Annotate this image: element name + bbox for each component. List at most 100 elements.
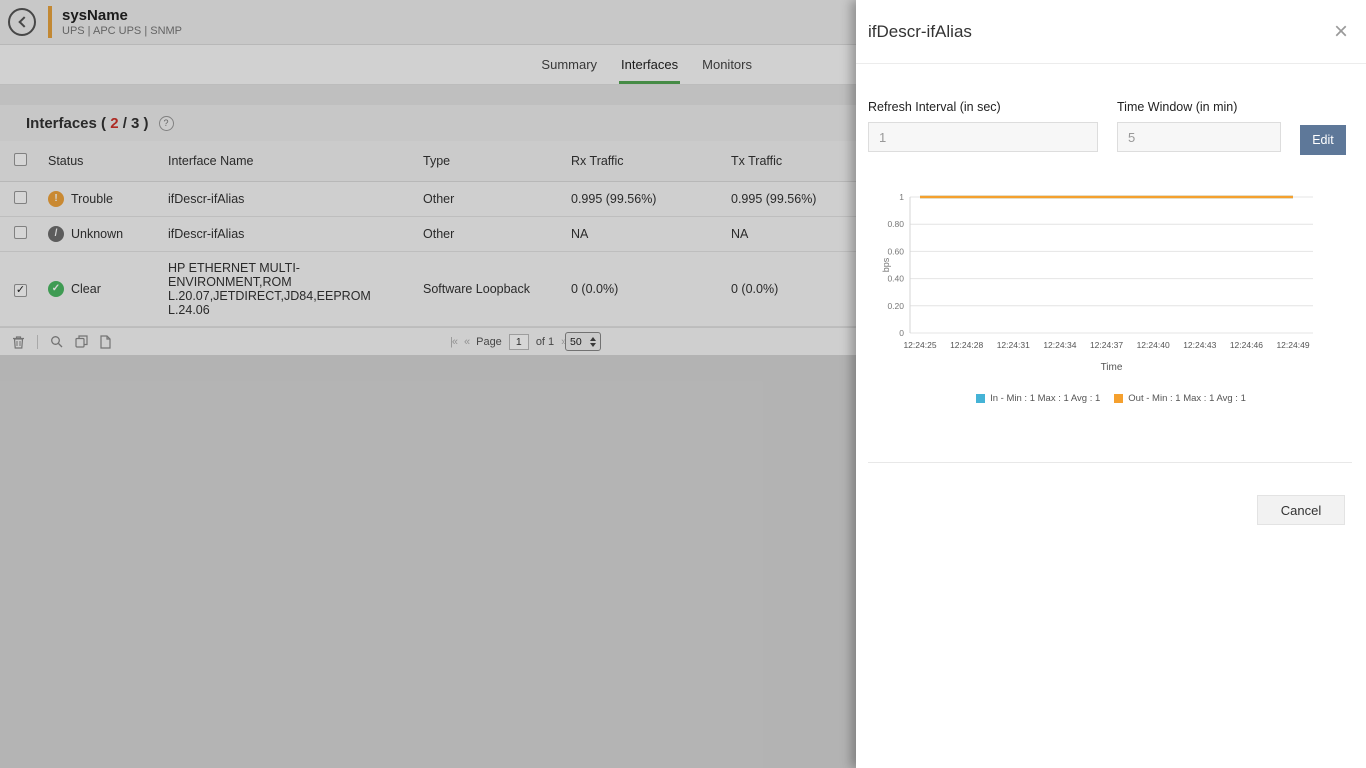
interfaces-count-title: Interfaces ( 2 / 3 ) xyxy=(26,115,149,132)
tab-bar: Summary Interfaces Monitors xyxy=(0,45,856,85)
rx-traffic-value: NA xyxy=(563,217,723,252)
interface-type: Other xyxy=(415,217,563,252)
interface-type: Other xyxy=(415,182,563,217)
tab-interfaces[interactable]: Interfaces xyxy=(609,45,690,84)
time-window-input[interactable] xyxy=(1117,122,1281,152)
delete-icon[interactable] xyxy=(12,335,25,349)
chart-legend: In - Min : 1 Max : 1 Avg : 1 Out - Min : … xyxy=(856,393,1366,404)
x-tick-label: 12:24:28 xyxy=(950,340,983,350)
x-tick-label: 12:24:25 xyxy=(903,340,936,350)
prev-page-button[interactable]: « xyxy=(464,336,469,348)
time-window-label: Time Window (in min) xyxy=(1117,100,1281,114)
y-tick-label: 0.80 xyxy=(887,219,904,229)
interfaces-card: Interfaces ( 2 / 3 ) ? Status Interface … xyxy=(0,105,856,355)
x-tick-label: 12:24:34 xyxy=(1043,340,1076,350)
copy-icon[interactable] xyxy=(75,335,88,348)
table-header-row: Status Interface Name Type Rx Traffic Tx… xyxy=(0,141,856,182)
status-label: Unknown xyxy=(71,227,123,241)
col-status: Status xyxy=(40,141,160,182)
interface-name[interactable]: ifDescr-ifAlias xyxy=(160,182,415,217)
status-label: Clear xyxy=(71,282,101,296)
rx-traffic-value: 0.995 (99.56%) xyxy=(563,182,723,217)
main-page: sysName UPS | APC UPS | SNMP Summary Int… xyxy=(0,0,856,768)
x-tick-label: 12:24:37 xyxy=(1090,340,1123,350)
back-button[interactable] xyxy=(8,8,36,36)
help-icon[interactable]: ? xyxy=(159,116,174,131)
page-label: Page xyxy=(476,336,502,348)
select-all-checkbox[interactable] xyxy=(14,153,27,166)
row-checkbox[interactable]: ✓ xyxy=(14,284,27,297)
col-rx-traffic: Rx Traffic xyxy=(563,141,723,182)
interfaces-table: Status Interface Name Type Rx Traffic Tx… xyxy=(0,141,856,327)
col-interface-name: Interface Name xyxy=(160,141,415,182)
trouble-status-icon: ! xyxy=(48,191,64,207)
refresh-interval-input[interactable] xyxy=(868,122,1098,152)
traffic-chart: 0 0.20 0.40 0.60 0.80 1 12:24:25 12:24:28 12:24:… xyxy=(880,183,1342,384)
interfaces-card-header: Interfaces ( 2 / 3 ) ? xyxy=(0,105,856,141)
cancel-button[interactable]: Cancel xyxy=(1257,495,1345,525)
table-footer: |« « Page of 1 » »| 50 xyxy=(0,327,856,355)
x-tick-label: 12:24:49 xyxy=(1276,340,1309,350)
tx-traffic-value: NA xyxy=(723,217,856,252)
y-tick-label: 0.20 xyxy=(887,301,904,311)
y-tick-label: 0.40 xyxy=(887,274,904,284)
x-tick-label: 12:24:40 xyxy=(1137,340,1170,350)
x-tick-label: 12:24:46 xyxy=(1230,340,1263,350)
interface-detail-panel: ifDescr-ifAlias × Refresh Interval (in s… xyxy=(856,0,1366,768)
table-row[interactable]: / Unknown ifDescr-ifAlias Other NA NA xyxy=(0,217,856,252)
tx-traffic-value: 0.995 (99.56%) xyxy=(723,182,856,217)
close-icon[interactable]: × xyxy=(1330,18,1352,46)
first-page-button[interactable]: |« xyxy=(450,336,457,348)
edit-button[interactable]: Edit xyxy=(1300,125,1346,155)
search-icon[interactable] xyxy=(50,335,63,348)
tx-traffic-value: 0 (0.0%) xyxy=(723,252,856,327)
spinner-icon xyxy=(590,337,596,347)
legend-label: Out - Min : 1 Max : 1 Avg : 1 xyxy=(1128,393,1246,404)
row-checkbox[interactable] xyxy=(14,226,27,239)
tab-summary[interactable]: Summary xyxy=(529,45,609,84)
col-tx-traffic: Tx Traffic xyxy=(723,141,856,182)
legend-item: Out - Min : 1 Max : 1 Avg : 1 xyxy=(1114,393,1246,404)
row-checkbox[interactable] xyxy=(14,191,27,204)
refresh-interval-label: Refresh Interval (in sec) xyxy=(868,100,1098,114)
device-title: sysName xyxy=(62,7,182,24)
accent-bar xyxy=(48,6,52,38)
x-tick-label: 12:24:43 xyxy=(1183,340,1216,350)
pagination: |« « Page of 1 » »| xyxy=(450,328,580,356)
interface-name[interactable]: HP ETHERNET MULTI-ENVIRONMENT,ROM L.20.0… xyxy=(160,252,415,327)
rx-traffic-value: 0 (0.0%) xyxy=(563,252,723,327)
x-tick-label: 12:24:31 xyxy=(997,340,1030,350)
panel-header: ifDescr-ifAlias × xyxy=(856,0,1366,64)
device-subtitle: UPS | APC UPS | SNMP xyxy=(62,24,182,38)
y-tick-label: 0 xyxy=(899,328,904,338)
panel-title: ifDescr-ifAlias xyxy=(868,22,972,42)
tab-monitors[interactable]: Monitors xyxy=(690,45,764,84)
chart-canvas: 0 0.20 0.40 0.60 0.80 1 12:24:25 12:24:28 12:24:… xyxy=(880,183,1342,379)
page-number-input[interactable] xyxy=(509,334,529,350)
page-of-label: of 1 xyxy=(536,336,554,348)
page-size-value: 50 xyxy=(570,336,582,348)
clear-status-icon: ✓ xyxy=(48,281,64,297)
divider xyxy=(868,462,1352,463)
legend-label: In - Min : 1 Max : 1 Avg : 1 xyxy=(990,393,1100,404)
legend-item: In - Min : 1 Max : 1 Avg : 1 xyxy=(976,393,1100,404)
col-type: Type xyxy=(415,141,563,182)
unknown-status-icon: / xyxy=(48,226,64,242)
page-size-select[interactable]: 50 xyxy=(565,332,601,351)
export-file-icon[interactable] xyxy=(100,335,111,349)
page-background xyxy=(0,85,856,105)
device-header: sysName UPS | APC UPS | SNMP xyxy=(0,0,856,45)
legend-swatch xyxy=(976,394,985,403)
interface-type: Software Loopback xyxy=(415,252,563,327)
table-row[interactable]: ! Trouble ifDescr-ifAlias Other 0.995 (99… xyxy=(0,182,856,217)
chevron-left-icon xyxy=(18,16,29,27)
interface-name[interactable]: ifDescr-ifAlias xyxy=(160,217,415,252)
status-label: Trouble xyxy=(71,192,113,206)
divider xyxy=(37,335,38,349)
y-tick-label: 0.60 xyxy=(887,246,904,256)
x-axis-title: Time xyxy=(1101,362,1123,373)
legend-swatch xyxy=(1114,394,1123,403)
y-axis-title: bps xyxy=(881,257,891,272)
table-row[interactable]: ✓ ✓ Clear HP ETHERNET MULTI-ENVIRONMENT,R… xyxy=(0,252,856,327)
y-tick-label: 1 xyxy=(899,192,904,202)
